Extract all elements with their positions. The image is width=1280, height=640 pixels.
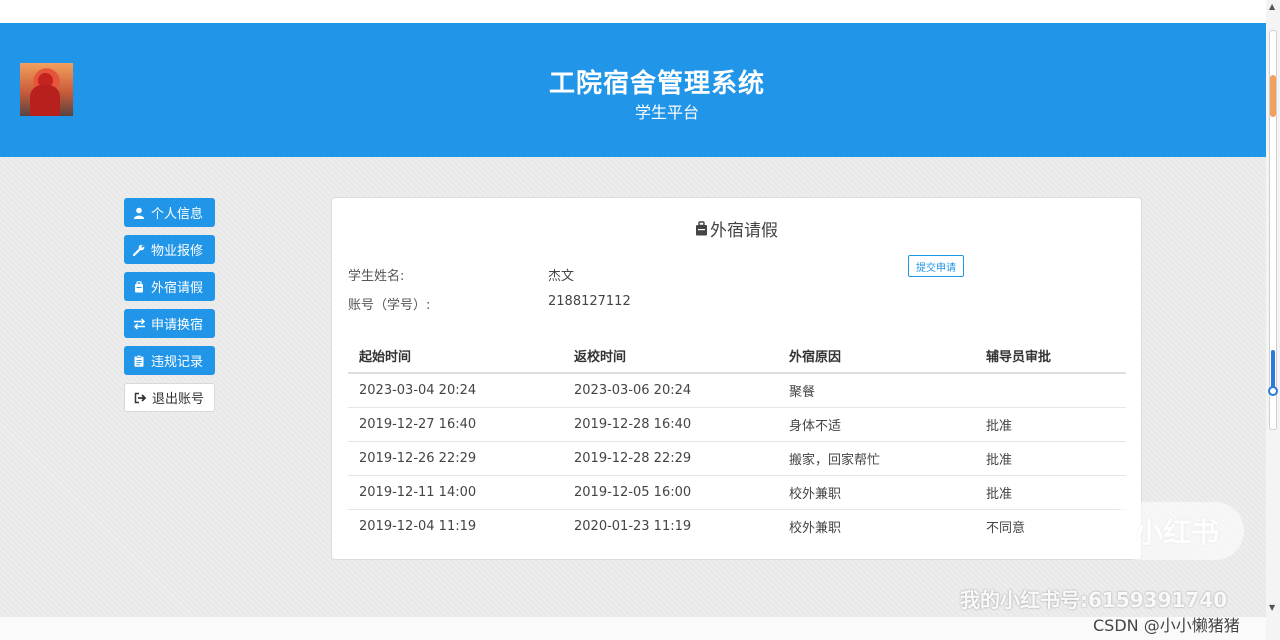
- cell-reason: 搬家，回家帮忙: [778, 441, 975, 476]
- sidebar-item-label: 违规记录: [151, 355, 204, 370]
- swap-icon: [132, 317, 146, 330]
- bottom-strip: [0, 617, 1266, 640]
- vertical-scrollbar[interactable]: ▲ ▼: [1266, 0, 1280, 640]
- cell-start-time: 2023-03-04 20:24: [348, 373, 563, 408]
- sidebar-item-label: 个人信息: [151, 207, 204, 222]
- table-row[interactable]: 2019-12-11 14:00 2019-12-05 16:00 校外兼职 批…: [348, 475, 1126, 510]
- sidebar-item-label: 退出账号: [152, 392, 205, 407]
- cell-start-time: 2019-12-11 14:00: [348, 475, 563, 510]
- cell-start-time: 2019-12-26 22:29: [348, 441, 563, 476]
- sidebar-item-label: 外宿请假: [151, 281, 204, 296]
- sidebar-item-label: 申请换宿: [151, 318, 204, 333]
- sidebar-item-leave[interactable]: 外宿请假: [124, 272, 215, 301]
- table-row[interactable]: 2019-12-27 16:40 2019-12-28 16:40 身体不适 批…: [348, 407, 1126, 442]
- scroll-down-arrow-icon[interactable]: ▼: [1269, 603, 1275, 612]
- column-header-reason[interactable]: 外宿原因: [778, 338, 975, 374]
- account-value: 2188127112: [548, 294, 631, 309]
- sidebar-nav: 个人信息 物业报修 外宿请假 申请换宿 违规记录 退出账号: [124, 198, 216, 420]
- student-name-value: 杰文: [548, 269, 575, 284]
- sidebar-item-violations[interactable]: 违规记录: [124, 346, 215, 375]
- site-subtitle: 学生平台: [634, 103, 699, 122]
- scroll-up-arrow-icon[interactable]: ▲: [1269, 2, 1275, 11]
- leave-request-panel: 外宿请假 学生姓名: 杰文 账号（学号）: 2188127112 提交申请 起始…: [331, 197, 1142, 560]
- suitcase-icon: [132, 280, 146, 293]
- scroll-marker-dot: [1268, 386, 1278, 396]
- cell-return-time: 2020-01-23 11:19: [574, 518, 692, 534]
- cell-return-time: 2023-03-06 20:24: [563, 373, 778, 408]
- table-row[interactable]: 2019-12-26 22:29 2019-12-28 22:29 搬家，回家帮…: [348, 441, 1126, 476]
- cell-start-time: 2019-12-27 16:40: [348, 407, 563, 442]
- cell-approval: 批准: [975, 475, 1126, 510]
- student-name-label: 学生姓名:: [348, 269, 405, 284]
- cell-approval: [975, 373, 1126, 408]
- panel-title: 外宿请假: [332, 216, 1141, 241]
- sidebar-item-repair[interactable]: 物业报修: [124, 235, 215, 264]
- column-header-approval[interactable]: 辅导员审批: [975, 338, 1126, 374]
- suitcase-icon: [695, 221, 708, 240]
- cell-approval: 批准: [975, 441, 1126, 476]
- table-row[interactable]: 2023-03-04 20:24 2023-03-06 20:24 聚餐: [348, 373, 1126, 408]
- watermark-account: 我的小红书号:6159391740: [960, 588, 1228, 612]
- sidebar-item-logout[interactable]: 退出账号: [124, 383, 215, 412]
- browser-top-strip: [0, 0, 1266, 23]
- cell-reason: 校外兼职: [789, 520, 842, 536]
- clipboard-icon: [132, 354, 146, 367]
- watermark-csdn: CSDN @小小懒猪猪: [1093, 616, 1240, 635]
- wrench-icon: [132, 244, 146, 256]
- scroll-marker-orange: [1270, 75, 1276, 117]
- cell-approval: 批准: [975, 407, 1126, 442]
- cell-reason: 校外兼职: [778, 475, 975, 510]
- sidebar-item-personal-info[interactable]: 个人信息: [124, 198, 215, 227]
- cell-reason: 聚餐: [778, 373, 975, 408]
- site-title: 工院宿舍管理系统: [548, 69, 765, 99]
- cell-return-time: 2019-12-05 16:00: [563, 475, 778, 510]
- column-header-return-time[interactable]: 返校时间: [563, 338, 778, 374]
- cell-start-time: 2019-12-04 11:19: [359, 518, 477, 534]
- table-header-row: 起始时间 返校时间 外宿原因 辅导员审批: [348, 338, 1126, 374]
- cell-reason: 身体不适: [778, 407, 975, 442]
- column-header-start-time[interactable]: 起始时间: [348, 338, 563, 374]
- watermark-logo: 小红书: [1110, 502, 1244, 560]
- sidebar-item-dorm-change[interactable]: 申请换宿: [124, 309, 215, 338]
- table-row[interactable]: 2019-12-04 11:19 2020-01-23 11:19 校外兼职 不…: [348, 509, 1126, 543]
- submit-application-button[interactable]: 提交申请: [908, 255, 964, 277]
- panel-title-text: 外宿请假: [710, 221, 778, 241]
- header-banner: 工院宿舍管理系统 学生平台: [0, 23, 1266, 157]
- user-icon: [132, 207, 146, 219]
- sidebar-item-label: 物业报修: [151, 244, 204, 259]
- cell-return-time: 2019-12-28 22:29: [563, 441, 778, 476]
- leave-records-table: 起始时间 返校时间 外宿原因 辅导员审批 2023-03-04 20:24 20…: [348, 338, 1126, 543]
- sign-out-icon: [133, 392, 147, 404]
- account-label: 账号（学号）:: [348, 298, 431, 313]
- cell-return-time: 2019-12-28 16:40: [563, 407, 778, 442]
- cell-approval: 不同意: [986, 520, 1026, 536]
